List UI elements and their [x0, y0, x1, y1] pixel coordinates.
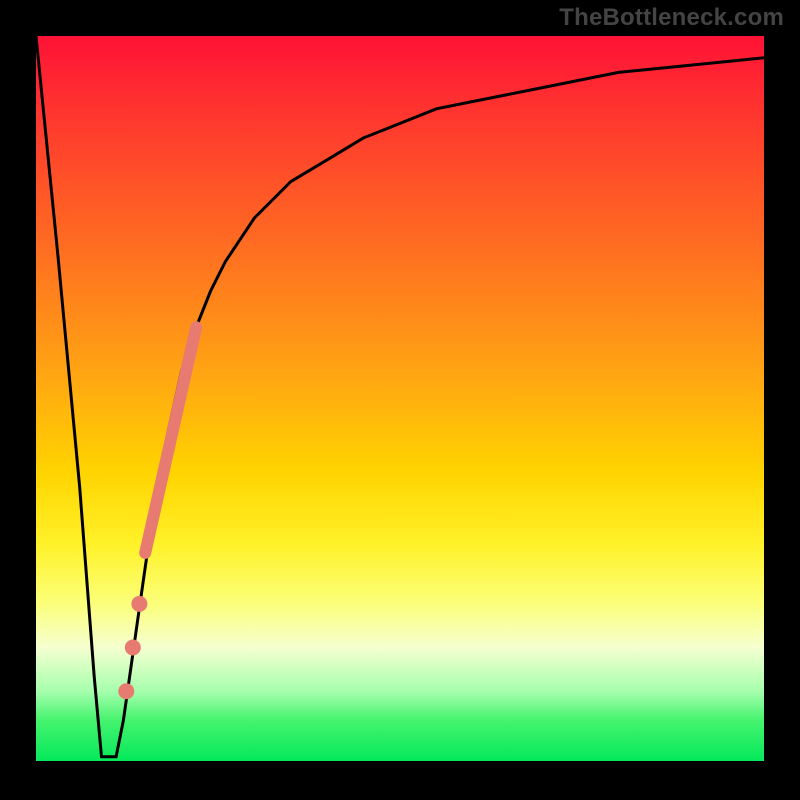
highlight-streak: [145, 327, 196, 553]
highlight-dot: [118, 683, 134, 699]
plot-bottom-border: [36, 761, 764, 764]
watermark-text: TheBottleneck.com: [559, 4, 784, 32]
highlight-dot: [131, 596, 147, 612]
plot-area: [36, 36, 764, 764]
highlight-dots: [36, 36, 764, 764]
chart-frame: TheBottleneck.com: [0, 0, 800, 800]
highlight-dot: [125, 640, 141, 656]
